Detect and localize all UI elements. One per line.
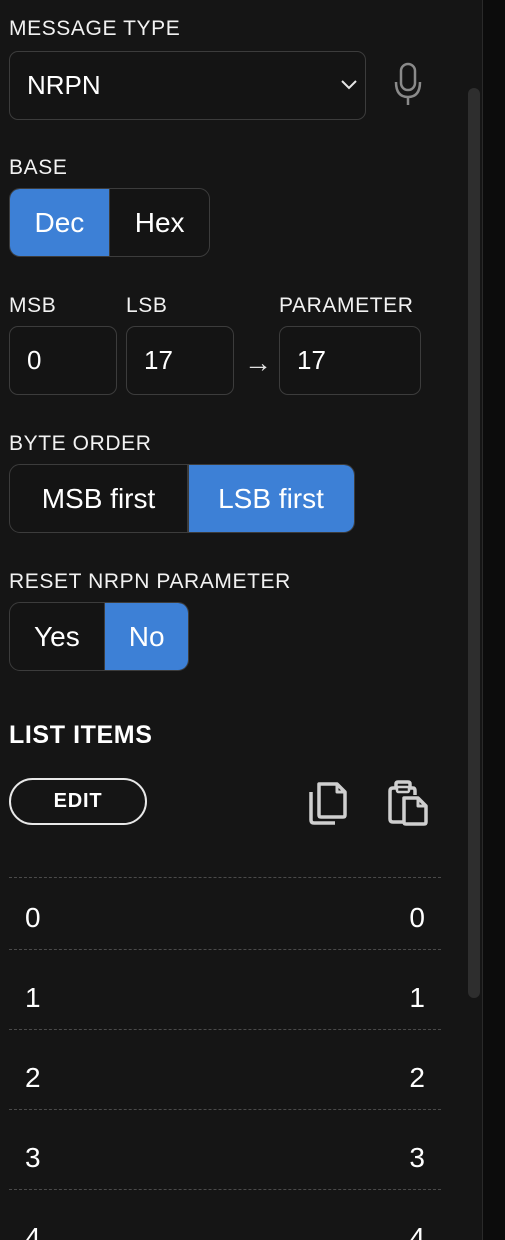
list-item[interactable]: 4 4 xyxy=(9,1198,441,1240)
list-item[interactable]: 3 3 xyxy=(9,1118,441,1196)
base-option-dec[interactable]: Dec xyxy=(10,189,109,256)
reset-nrpn-option-yes[interactable]: Yes xyxy=(10,603,104,670)
list-items-heading: LIST ITEMS xyxy=(9,721,153,749)
msb-label: MSB xyxy=(9,294,57,317)
chevron-down-icon xyxy=(341,80,357,90)
copy-icon[interactable] xyxy=(307,780,349,826)
list-item-value: 3 xyxy=(409,1142,425,1173)
lsb-value: 17 xyxy=(144,345,173,375)
paste-icon[interactable] xyxy=(387,780,429,826)
base-label: BASE xyxy=(9,156,68,179)
list-divider xyxy=(9,1029,441,1030)
list-divider xyxy=(9,1109,441,1110)
list-item-value: 1 xyxy=(409,982,425,1013)
parameter-input[interactable]: 17 xyxy=(279,326,421,395)
list-item-key: 0 xyxy=(25,902,41,933)
lsb-label: LSB xyxy=(126,294,168,317)
list-item[interactable]: 1 1 xyxy=(9,958,441,1036)
list-divider xyxy=(9,1189,441,1190)
msb-value: 0 xyxy=(27,345,42,375)
byte-order-toggle: MSB first LSB first xyxy=(9,464,355,533)
list-item-value: 4 xyxy=(409,1222,425,1240)
reset-nrpn-option-no[interactable]: No xyxy=(105,603,188,670)
message-type-label: MESSAGE TYPE xyxy=(9,17,181,40)
microphone-icon[interactable] xyxy=(393,62,423,108)
list-divider xyxy=(9,949,441,950)
message-type-select[interactable]: NRPN xyxy=(9,51,366,120)
byte-order-label: BYTE ORDER xyxy=(9,432,152,455)
list-item-key: 2 xyxy=(25,1062,41,1093)
byte-order-option-lsb-first[interactable]: LSB first xyxy=(188,465,354,532)
message-type-value: NRPN xyxy=(27,70,101,100)
list-item-key: 1 xyxy=(25,982,41,1013)
parameter-label: PARAMETER xyxy=(279,294,414,317)
edit-button[interactable]: EDIT xyxy=(9,778,147,825)
base-toggle: Dec Hex xyxy=(9,188,210,257)
list-item[interactable]: 0 0 xyxy=(9,878,441,956)
arrow-right-icon: → xyxy=(244,347,272,378)
lsb-input[interactable]: 17 xyxy=(126,326,234,395)
parameter-value: 17 xyxy=(297,345,326,375)
base-option-hex[interactable]: Hex xyxy=(110,189,209,256)
list-item-key: 3 xyxy=(25,1142,41,1173)
reset-nrpn-toggle: Yes No xyxy=(9,602,189,671)
msb-input[interactable]: 0 xyxy=(9,326,117,395)
scrollbar[interactable] xyxy=(466,88,482,998)
byte-order-option-msb-first[interactable]: MSB first xyxy=(10,465,187,532)
adjacent-panel-edge xyxy=(482,0,505,1240)
scrollbar-thumb[interactable] xyxy=(468,88,480,998)
reset-nrpn-label: RESET NRPN PARAMETER xyxy=(9,570,291,593)
list-item-value: 2 xyxy=(409,1062,425,1093)
list-item[interactable]: 2 2 xyxy=(9,1038,441,1116)
list-item-value: 0 xyxy=(409,902,425,933)
settings-panel: MESSAGE TYPE NRPN BASE Dec Hex MSB LSB P… xyxy=(0,0,482,1240)
list-item-key: 4 xyxy=(25,1222,41,1240)
